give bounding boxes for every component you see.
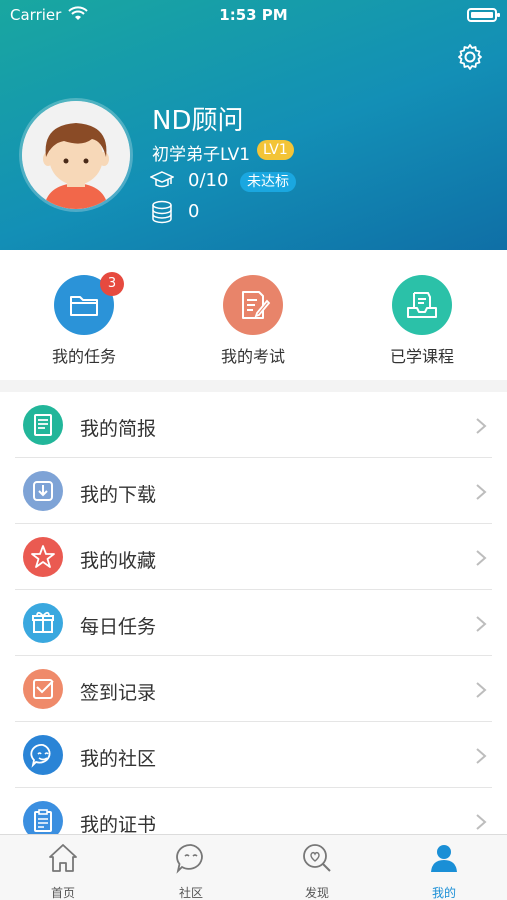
chat-icon bbox=[23, 735, 63, 775]
menu-item-briefing[interactable]: 我的简报 bbox=[0, 392, 507, 458]
coins-icon bbox=[152, 200, 172, 224]
menu-item-checkin-records[interactable]: 签到记录 bbox=[0, 656, 507, 722]
tab-mine-label: 我的 bbox=[431, 886, 456, 900]
chevron-right-icon bbox=[476, 484, 487, 500]
star-icon bbox=[23, 537, 63, 577]
my-tasks-icon-circle: 3 bbox=[54, 272, 124, 335]
my-tasks-button[interactable]: 3 我的任务 bbox=[24, 272, 144, 367]
menu-item-label: 我的简报 bbox=[80, 418, 157, 440]
menu-item-label: 签到记录 bbox=[80, 682, 157, 704]
inbox-icon bbox=[407, 292, 437, 318]
tab-discover[interactable]: 发现 bbox=[277, 841, 357, 900]
tab-bar: 首页 社区 发现 我的 bbox=[0, 834, 507, 900]
clock: 1:53 PM bbox=[219, 6, 288, 24]
my-exams-button[interactable]: 我的考试 bbox=[193, 275, 313, 367]
chevron-right-icon bbox=[476, 616, 487, 632]
download-icon bbox=[23, 471, 63, 511]
report-icon bbox=[23, 405, 63, 445]
settings-gear-icon[interactable] bbox=[455, 42, 485, 72]
my-exams-label: 我的考试 bbox=[220, 347, 285, 366]
chevron-right-icon bbox=[476, 550, 487, 566]
learning-progress: 0/10 bbox=[188, 170, 229, 191]
user-name: ND顾问 bbox=[152, 106, 244, 136]
tab-discover-label: 发现 bbox=[304, 886, 329, 900]
tab-community[interactable]: 社区 bbox=[151, 841, 231, 900]
menu-item-my-community[interactable]: 我的社区 bbox=[0, 722, 507, 788]
level-badge: LV1 bbox=[257, 140, 294, 160]
menu-item-label: 我的证书 bbox=[80, 814, 157, 836]
coins-balance: 0 bbox=[188, 201, 200, 222]
level-title: 初学弟子LV1 bbox=[152, 145, 251, 165]
user-profile-icon bbox=[431, 845, 457, 872]
profile-header: Carrier 1:53 PM ND顾问 初学弟子LV1 LV1 0/10 未达… bbox=[0, 0, 507, 250]
graduation-cap-icon bbox=[150, 171, 174, 188]
menu-item-downloads[interactable]: 我的下载 bbox=[0, 458, 507, 524]
progress-status-badge: 未达标 bbox=[240, 172, 296, 192]
menu-list: 我的简报 我的下载 我的收藏 每日任务 签到记录 我的社区 我的证书 bbox=[0, 392, 507, 854]
exam-paper-icon bbox=[242, 291, 271, 319]
community-chat-icon bbox=[176, 844, 203, 874]
tasks-count-badge: 3 bbox=[100, 272, 124, 296]
menu-item-label: 我的收藏 bbox=[80, 550, 157, 572]
checkin-icon bbox=[23, 669, 63, 709]
chevron-right-icon bbox=[476, 748, 487, 764]
my-tasks-label: 我的任务 bbox=[51, 347, 116, 366]
gift-icon bbox=[23, 603, 63, 643]
learned-courses-button[interactable]: 已学课程 bbox=[362, 275, 482, 367]
avatar[interactable] bbox=[22, 101, 130, 209]
my-exams-icon-circle bbox=[223, 275, 283, 335]
menu-item-label: 我的社区 bbox=[80, 748, 157, 770]
battery-icon bbox=[467, 8, 500, 22]
learned-courses-icon-circle bbox=[392, 275, 452, 335]
boy-avatar-icon bbox=[22, 101, 130, 209]
status-bar: Carrier 1:53 PM bbox=[0, 0, 507, 30]
menu-item-daily-tasks[interactable]: 每日任务 bbox=[0, 590, 507, 656]
chevron-right-icon bbox=[476, 682, 487, 698]
chevron-right-icon bbox=[476, 814, 487, 830]
menu-item-label: 我的下载 bbox=[80, 484, 157, 506]
tab-home-label: 首页 bbox=[50, 886, 75, 900]
tab-community-label: 社区 bbox=[178, 886, 203, 900]
discover-search-icon bbox=[303, 844, 331, 872]
section-divider bbox=[0, 380, 507, 392]
chevron-right-icon bbox=[476, 418, 487, 434]
home-icon bbox=[49, 844, 77, 872]
menu-item-favorites[interactable]: 我的收藏 bbox=[0, 524, 507, 590]
tab-mine[interactable]: 我的 bbox=[404, 841, 484, 900]
learned-courses-label: 已学课程 bbox=[389, 347, 454, 366]
tab-home[interactable]: 首页 bbox=[23, 841, 103, 900]
menu-item-label: 每日任务 bbox=[80, 616, 157, 638]
